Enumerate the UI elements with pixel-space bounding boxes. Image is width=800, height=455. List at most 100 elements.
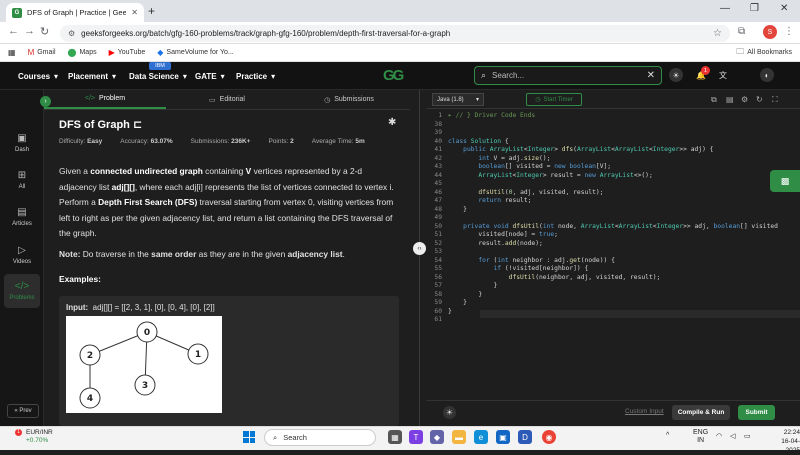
youtube-icon: ▶ bbox=[108, 48, 115, 57]
search-input[interactable]: Search... bbox=[492, 71, 641, 80]
system-clock[interactable]: 22:24 16-04-2025 bbox=[770, 428, 800, 455]
ticker-change: +0.70% bbox=[26, 437, 49, 444]
minimize-icon[interactable]: — bbox=[720, 3, 730, 14]
forward-icon[interactable]: → bbox=[24, 25, 35, 37]
battery-icon[interactable]: ▭ bbox=[744, 432, 751, 440]
code-line: public ArrayList<Integer> dfs(ArrayList<… bbox=[463, 146, 714, 153]
chevron-down-icon: ▾ bbox=[112, 71, 117, 81]
video-icon: ▷ bbox=[18, 245, 26, 256]
prev-button[interactable]: « Prev bbox=[7, 404, 39, 418]
user-avatar[interactable]: ◐ bbox=[760, 68, 774, 82]
code-line: } bbox=[448, 282, 498, 289]
language-select[interactable]: Java (1.8) ▾ bbox=[432, 93, 484, 106]
gfg-favicon-icon: G bbox=[12, 7, 22, 18]
reset-icon[interactable]: ↻ bbox=[756, 95, 763, 104]
task-view-icon[interactable]: ▦ bbox=[388, 430, 402, 444]
stock-widget[interactable]: 1 EUR/INR +0.70% bbox=[10, 429, 53, 445]
graph-diagram: 0 1 2 3 4 bbox=[79, 321, 209, 409]
sidebar-item-dash[interactable]: ▣ Dash bbox=[4, 126, 40, 160]
translate-icon[interactable]: 文 bbox=[716, 68, 730, 82]
report-bug-icon[interactable]: ✱ bbox=[388, 117, 396, 128]
format-icon[interactable]: ▤ bbox=[726, 95, 734, 104]
graph-node-label: 1 bbox=[195, 350, 201, 360]
problem-description: Given a connected undirected graph conta… bbox=[59, 166, 394, 238]
profile-avatar[interactable]: S bbox=[763, 25, 777, 39]
tab-submissions[interactable]: ◷ Submissions bbox=[288, 90, 410, 109]
menu-gate[interactable]: GATE ▾ bbox=[195, 62, 225, 90]
tab-problem[interactable]: </> Problem bbox=[44, 90, 166, 109]
language-indicator[interactable]: ENG IN bbox=[693, 429, 708, 445]
volume-icon[interactable]: ◁ bbox=[730, 432, 735, 440]
sidebar-item-all[interactable]: ⊞ All bbox=[4, 163, 40, 197]
bookmark-maps[interactable]: ⬤ Maps bbox=[68, 48, 97, 57]
sidebar-item-articles[interactable]: ▤ Articles bbox=[4, 200, 40, 234]
chat-icon[interactable]: ▩ bbox=[770, 170, 800, 192]
graph-node-label: 3 bbox=[142, 381, 148, 391]
close-window-icon[interactable]: ✕ bbox=[780, 3, 788, 14]
theme-toggle-icon[interactable]: ☀ bbox=[669, 68, 683, 82]
gfg-logo[interactable]: GG bbox=[383, 67, 404, 84]
tab-title: DFS of Graph | Practice | Geeks bbox=[27, 8, 127, 17]
taskbar-search[interactable]: ⌕ Search bbox=[264, 429, 376, 446]
menu-courses[interactable]: Courses ▾ bbox=[18, 62, 58, 90]
extensions-icon[interactable]: ⧉ bbox=[738, 26, 745, 37]
code-line: result.add(node); bbox=[448, 239, 543, 247]
teams-icon[interactable]: T bbox=[409, 430, 423, 444]
all-bookmarks[interactable]: 🗀 All Bookmarks bbox=[736, 46, 792, 60]
editor-theme-icon[interactable]: ☀ bbox=[443, 406, 456, 419]
edge-icon[interactable]: e bbox=[474, 430, 488, 444]
browser-tab[interactable]: G DFS of Graph | Practice | Geeks ✕ bbox=[6, 3, 144, 22]
windows-start-icon[interactable] bbox=[243, 431, 255, 443]
timer-icon: ◷ bbox=[535, 97, 541, 103]
back-icon[interactable]: ← bbox=[8, 25, 19, 37]
chevron-down-icon: ▾ bbox=[271, 71, 276, 81]
expand-arrow-icon[interactable]: › bbox=[40, 96, 51, 107]
fullscreen-icon[interactable]: ⛶ bbox=[772, 95, 778, 105]
tab-editorial[interactable]: ▭ Editorial bbox=[166, 90, 288, 109]
clock-icon: ◷ bbox=[324, 96, 331, 104]
site-search[interactable]: ⌕ Search... ✕ bbox=[474, 66, 662, 85]
code-line: } bbox=[448, 299, 467, 306]
copy-icon[interactable]: ⧉ bbox=[711, 95, 717, 105]
store-icon[interactable]: ▣ bbox=[496, 430, 510, 444]
wifi-icon[interactable]: ◠ bbox=[716, 432, 722, 440]
clear-search-icon[interactable]: ✕ bbox=[647, 70, 655, 81]
sidebar-item-videos[interactable]: ▷ Videos bbox=[4, 238, 40, 272]
new-tab-icon[interactable]: + bbox=[148, 4, 155, 18]
menu-data-science[interactable]: Data Science ▾ bbox=[129, 62, 187, 90]
bookmark-gmail[interactable]: M Gmail bbox=[28, 48, 56, 57]
pane-divider[interactable] bbox=[419, 90, 420, 426]
apps-icon[interactable]: ▦ bbox=[8, 48, 16, 57]
chat-app-icon[interactable]: ◆ bbox=[430, 430, 444, 444]
difficulty-value: Easy bbox=[87, 138, 103, 145]
bookmark-samevolume[interactable]: ◆ SameVolume for Yo... bbox=[157, 48, 233, 57]
sidebar-item-problems[interactable]: </> Problems bbox=[4, 274, 40, 308]
submit-button[interactable]: Submit bbox=[738, 405, 775, 420]
omnibox[interactable]: ⚙ geeksforgeeks.org/batch/gfg-160-proble… bbox=[60, 24, 730, 42]
menu-placement[interactable]: Placement ▾ bbox=[68, 62, 116, 90]
resize-handle-icon[interactable]: ‹› bbox=[413, 242, 426, 255]
code-line: int V = adj.size(); bbox=[478, 154, 551, 162]
notification-badge: 1 bbox=[701, 66, 710, 75]
maximize-icon[interactable]: ❐ bbox=[750, 3, 759, 14]
search-icon: ⌕ bbox=[273, 432, 278, 442]
custom-input-link[interactable]: Custom Input bbox=[625, 408, 664, 415]
browser-menu-icon[interactable]: ⋮ bbox=[784, 26, 794, 37]
bookmark-youtube[interactable]: ▶ YouTube bbox=[109, 48, 146, 57]
bookmark-star-icon[interactable]: ☆ bbox=[713, 28, 722, 39]
menu-practice[interactable]: Practice ▾ bbox=[236, 62, 275, 90]
tray-chevron-icon[interactable]: ^ bbox=[666, 432, 669, 439]
code-editor[interactable]: 1 38 39 40 41 42 43 44 45 46 47 48 49 50… bbox=[426, 110, 800, 400]
chrome-icon[interactable]: ◉ bbox=[542, 430, 556, 444]
search-icon: ⌕ bbox=[481, 70, 487, 80]
settings-icon[interactable]: ⚙ bbox=[741, 95, 748, 104]
dell-icon[interactable]: D bbox=[518, 430, 532, 444]
bookmark-icon[interactable]: ⊏ bbox=[133, 119, 142, 131]
compile-run-button[interactable]: Compile & Run bbox=[672, 405, 730, 420]
close-tab-icon[interactable]: ✕ bbox=[131, 8, 138, 17]
reload-icon[interactable]: ↻ bbox=[40, 25, 49, 38]
file-explorer-icon[interactable]: ▬ bbox=[452, 430, 466, 444]
site-info-icon[interactable]: ⚙ bbox=[68, 29, 75, 38]
url-text: geeksforgeeks.org/batch/gfg-160-problems… bbox=[81, 28, 451, 38]
start-timer-button[interactable]: ◷ Start Timer bbox=[526, 93, 582, 106]
